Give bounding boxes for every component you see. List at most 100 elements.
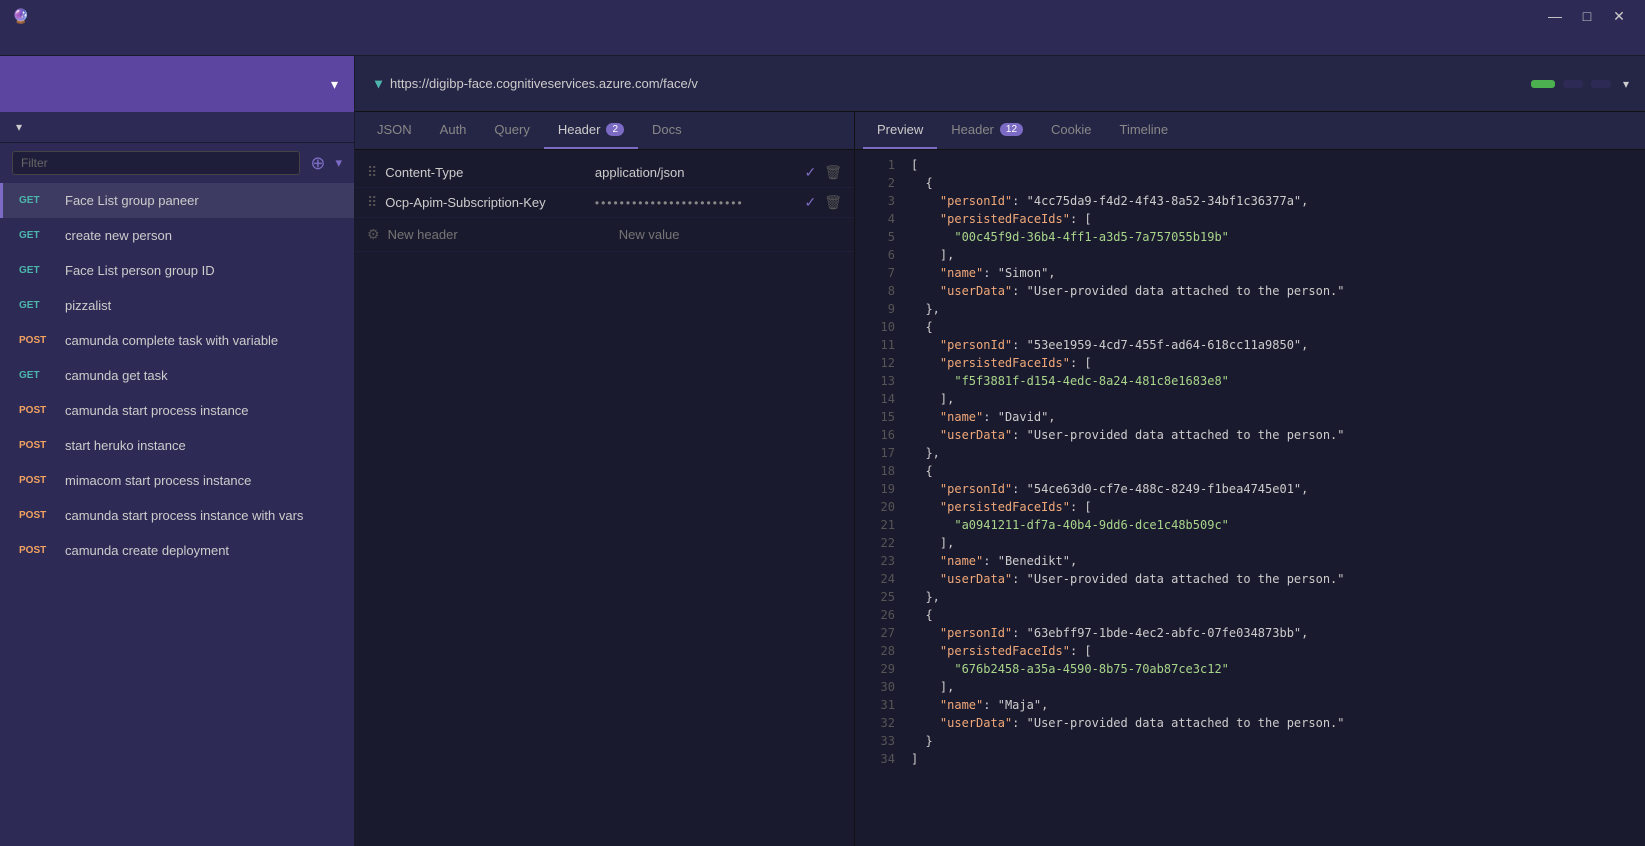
line-content: "name": "David", xyxy=(911,410,1637,424)
sidebar-item[interactable]: GET pizzalist xyxy=(0,288,354,323)
response-tab-header[interactable]: Header 12 xyxy=(937,112,1037,149)
middle-panel: JSONAuthQueryHeader2Docs ⠿ ✓ 🗑 ⠿ ✓ 🗑 ⚙ P… xyxy=(355,112,1645,846)
timestamp-arrow-icon: ▾ xyxy=(1623,77,1629,91)
sidebar-item[interactable]: POST camunda complete task with variable xyxy=(0,323,354,358)
item-name: camunda start process instance xyxy=(65,403,249,418)
menu-view[interactable] xyxy=(48,42,68,46)
add-dropdown-icon[interactable]: ▾ xyxy=(335,155,342,171)
code-line: 2 { xyxy=(855,176,1645,194)
menu-tools[interactable] xyxy=(88,42,108,46)
header-value-input[interactable] xyxy=(595,196,797,210)
line-content: "f5f3881f-d154-4edc-8a24-481c8e1683e8" xyxy=(911,374,1637,388)
add-request-button[interactable]: ⊕ xyxy=(306,153,329,174)
maximize-button[interactable]: □ xyxy=(1573,6,1601,26)
sidebar-item[interactable]: GET Face List person group ID xyxy=(0,253,354,288)
sidebar-item[interactable]: GET create new person xyxy=(0,218,354,253)
line-content: "userData": "User-provided data attached… xyxy=(911,572,1637,586)
item-name: camunda create deployment xyxy=(65,543,229,558)
line-number: 21 xyxy=(863,518,895,532)
request-tab-query[interactable]: Query xyxy=(480,112,543,149)
method-arrow-icon: ▾ xyxy=(375,75,382,92)
env-selector[interactable]: ▾ xyxy=(12,120,334,134)
line-content: }, xyxy=(911,590,1637,604)
sidebar-item[interactable]: POST camunda start process instance xyxy=(0,393,354,428)
gear-icon[interactable]: ⚙ xyxy=(367,226,380,243)
line-number: 33 xyxy=(863,734,895,748)
line-content: ], xyxy=(911,392,1637,406)
line-number: 8 xyxy=(863,284,895,298)
new-header-value-input[interactable] xyxy=(619,227,842,242)
item-name: camunda complete task with variable xyxy=(65,333,278,348)
code-line: 11 "personId": "53ee1959-4cd7-455f-ad64-… xyxy=(855,338,1645,356)
code-line: 21 "a0941211-df7a-40b4-9dd6-dce1c48b509c… xyxy=(855,518,1645,536)
request-tab-docs[interactable]: Docs xyxy=(638,112,696,149)
line-content: ], xyxy=(911,680,1637,694)
menu-help[interactable] xyxy=(108,42,128,46)
line-number: 4 xyxy=(863,212,895,226)
response-tab-timeline[interactable]: Timeline xyxy=(1105,112,1182,149)
main-layout: ▾ ▾ ⊕ ▾ GET Face List group paneer GET c… xyxy=(0,56,1645,846)
menu-window[interactable] xyxy=(68,42,88,46)
line-content: "name": "Maja", xyxy=(911,698,1637,712)
line-content: }, xyxy=(911,446,1637,460)
sidebar-item[interactable]: POST camunda start process instance with… xyxy=(0,498,354,533)
tab-label: Header xyxy=(951,122,994,137)
content-area: ▾ ▾ JSONAuthQueryHeader2Docs ⠿ xyxy=(355,56,1645,846)
status-badge xyxy=(1531,80,1555,88)
line-content: { xyxy=(911,464,1637,478)
delete-icon[interactable]: 🗑 xyxy=(824,164,842,181)
request-tab-json[interactable]: JSON xyxy=(363,112,426,149)
tab-badge: 12 xyxy=(1000,123,1023,136)
header-value-input[interactable] xyxy=(595,165,797,180)
env-dropdown-icon: ▾ xyxy=(16,120,22,134)
request-config-panel: JSONAuthQueryHeader2Docs ⠿ ✓ 🗑 ⠿ ✓ 🗑 ⚙ xyxy=(355,112,855,846)
minimize-button[interactable]: — xyxy=(1541,6,1569,26)
response-tabs: Preview Header 12 CookieTimeline xyxy=(855,112,1645,150)
line-content: "personId": "53ee1959-4cd7-455f-ad64-618… xyxy=(911,338,1637,352)
close-button[interactable]: ✕ xyxy=(1605,6,1633,26)
line-content: "personId": "63ebff97-1bde-4ec2-abfc-07f… xyxy=(911,626,1637,640)
response-tab-preview[interactable]: Preview xyxy=(863,112,937,149)
brand-dropdown-icon[interactable]: ▾ xyxy=(331,76,338,93)
header-key-input[interactable] xyxy=(385,165,587,180)
sidebar-item[interactable]: POST mimacom start process instance xyxy=(0,463,354,498)
item-name: mimacom start process instance xyxy=(65,473,251,488)
filter-bar: ⊕ ▾ xyxy=(0,143,354,183)
code-line: 17 }, xyxy=(855,446,1645,464)
line-content: { xyxy=(911,320,1637,334)
drag-handle-icon[interactable]: ⠿ xyxy=(367,164,377,181)
line-content: }, xyxy=(911,302,1637,316)
url-input[interactable] xyxy=(390,76,1491,91)
item-name: Face List group paneer xyxy=(65,193,199,208)
new-header-key-input[interactable] xyxy=(388,227,611,242)
line-content: "persistedFaceIds": [ xyxy=(911,500,1637,514)
line-number: 6 xyxy=(863,248,895,262)
code-line: 26 { xyxy=(855,608,1645,626)
request-tab-auth[interactable]: Auth xyxy=(426,112,481,149)
menu-edit[interactable] xyxy=(28,42,48,46)
response-tab-cookie[interactable]: Cookie xyxy=(1037,112,1105,149)
line-content: ] xyxy=(911,752,1637,766)
header-key-input[interactable] xyxy=(385,195,587,210)
line-number: 24 xyxy=(863,572,895,586)
line-content: [ xyxy=(911,158,1637,172)
line-content: "userData": "User-provided data attached… xyxy=(911,428,1637,442)
app-icon: 🔮 xyxy=(12,8,29,25)
sidebar-item[interactable]: GET camunda get task xyxy=(0,358,354,393)
line-number: 1 xyxy=(863,158,895,172)
check-icon[interactable]: ✓ xyxy=(804,164,816,181)
sidebar-item[interactable]: GET Face List group paneer xyxy=(0,183,354,218)
check-icon[interactable]: ✓ xyxy=(804,194,816,211)
filter-input[interactable] xyxy=(12,151,300,175)
send-button[interactable] xyxy=(1499,78,1523,90)
delete-icon[interactable]: 🗑 xyxy=(824,194,842,211)
sidebar-item[interactable]: POST camunda create deployment xyxy=(0,533,354,568)
sidebar-header: ▾ xyxy=(0,56,354,112)
drag-handle-icon[interactable]: ⠿ xyxy=(367,194,377,211)
request-tab-header[interactable]: Header2 xyxy=(544,112,638,149)
line-number: 26 xyxy=(863,608,895,622)
line-content: "name": "Simon", xyxy=(911,266,1637,280)
method-selector[interactable]: ▾ xyxy=(371,75,382,92)
menu-application[interactable] xyxy=(8,42,28,46)
sidebar-item[interactable]: POST start heruko instance xyxy=(0,428,354,463)
